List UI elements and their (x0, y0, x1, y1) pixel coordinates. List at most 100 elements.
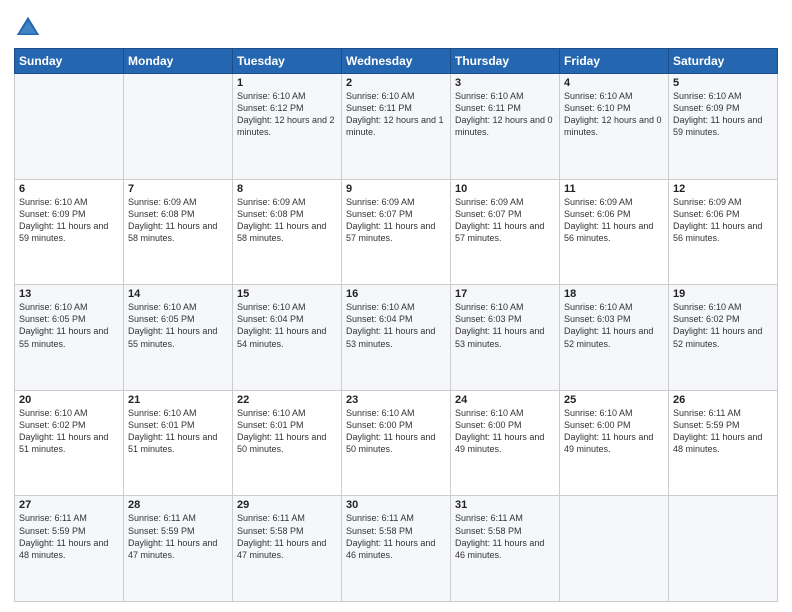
calendar-cell: 31Sunrise: 6:11 AMSunset: 5:58 PMDayligh… (451, 496, 560, 602)
calendar-cell: 28Sunrise: 6:11 AMSunset: 5:59 PMDayligh… (124, 496, 233, 602)
cell-details: Sunrise: 6:11 AMSunset: 5:58 PMDaylight:… (455, 512, 555, 561)
day-number: 31 (455, 499, 555, 511)
week-row-4: 20Sunrise: 6:10 AMSunset: 6:02 PMDayligh… (15, 390, 778, 496)
day-number: 20 (19, 394, 119, 406)
day-number: 19 (673, 288, 773, 300)
day-number: 3 (455, 77, 555, 89)
page: SundayMondayTuesdayWednesdayThursdayFrid… (0, 0, 792, 612)
day-number: 22 (237, 394, 337, 406)
logo-icon (14, 14, 42, 42)
calendar-cell: 6Sunrise: 6:10 AMSunset: 6:09 PMDaylight… (15, 179, 124, 285)
day-number: 8 (237, 183, 337, 195)
cell-details: Sunrise: 6:10 AMSunset: 6:11 PMDaylight:… (455, 90, 555, 139)
cell-details: Sunrise: 6:09 AMSunset: 6:07 PMDaylight:… (346, 196, 446, 245)
header (14, 10, 778, 42)
cell-details: Sunrise: 6:09 AMSunset: 6:06 PMDaylight:… (564, 196, 664, 245)
calendar-cell: 25Sunrise: 6:10 AMSunset: 6:00 PMDayligh… (560, 390, 669, 496)
day-number: 5 (673, 77, 773, 89)
calendar-cell: 19Sunrise: 6:10 AMSunset: 6:02 PMDayligh… (669, 285, 778, 391)
day-number: 25 (564, 394, 664, 406)
cell-details: Sunrise: 6:10 AMSunset: 6:00 PMDaylight:… (346, 407, 446, 456)
calendar-cell: 18Sunrise: 6:10 AMSunset: 6:03 PMDayligh… (560, 285, 669, 391)
cell-details: Sunrise: 6:10 AMSunset: 6:04 PMDaylight:… (237, 301, 337, 350)
calendar-cell (560, 496, 669, 602)
calendar-cell: 29Sunrise: 6:11 AMSunset: 5:58 PMDayligh… (233, 496, 342, 602)
cell-details: Sunrise: 6:10 AMSunset: 6:12 PMDaylight:… (237, 90, 337, 139)
cell-details: Sunrise: 6:11 AMSunset: 5:59 PMDaylight:… (19, 512, 119, 561)
column-header-monday: Monday (124, 49, 233, 74)
logo (14, 14, 46, 42)
cell-details: Sunrise: 6:09 AMSunset: 6:08 PMDaylight:… (237, 196, 337, 245)
day-number: 2 (346, 77, 446, 89)
calendar-cell: 12Sunrise: 6:09 AMSunset: 6:06 PMDayligh… (669, 179, 778, 285)
calendar-cell: 14Sunrise: 6:10 AMSunset: 6:05 PMDayligh… (124, 285, 233, 391)
cell-details: Sunrise: 6:10 AMSunset: 6:05 PMDaylight:… (19, 301, 119, 350)
day-number: 1 (237, 77, 337, 89)
week-row-3: 13Sunrise: 6:10 AMSunset: 6:05 PMDayligh… (15, 285, 778, 391)
day-number: 30 (346, 499, 446, 511)
cell-details: Sunrise: 6:10 AMSunset: 6:00 PMDaylight:… (564, 407, 664, 456)
calendar-cell: 22Sunrise: 6:10 AMSunset: 6:01 PMDayligh… (233, 390, 342, 496)
cell-details: Sunrise: 6:10 AMSunset: 6:09 PMDaylight:… (673, 90, 773, 139)
day-number: 15 (237, 288, 337, 300)
cell-details: Sunrise: 6:10 AMSunset: 6:01 PMDaylight:… (128, 407, 228, 456)
cell-details: Sunrise: 6:10 AMSunset: 6:02 PMDaylight:… (19, 407, 119, 456)
calendar-cell: 7Sunrise: 6:09 AMSunset: 6:08 PMDaylight… (124, 179, 233, 285)
calendar-table: SundayMondayTuesdayWednesdayThursdayFrid… (14, 48, 778, 602)
cell-details: Sunrise: 6:10 AMSunset: 6:09 PMDaylight:… (19, 196, 119, 245)
calendar-cell: 1Sunrise: 6:10 AMSunset: 6:12 PMDaylight… (233, 74, 342, 180)
calendar-cell: 15Sunrise: 6:10 AMSunset: 6:04 PMDayligh… (233, 285, 342, 391)
calendar-cell: 5Sunrise: 6:10 AMSunset: 6:09 PMDaylight… (669, 74, 778, 180)
calendar-cell: 11Sunrise: 6:09 AMSunset: 6:06 PMDayligh… (560, 179, 669, 285)
column-header-thursday: Thursday (451, 49, 560, 74)
day-number: 27 (19, 499, 119, 511)
cell-details: Sunrise: 6:10 AMSunset: 6:01 PMDaylight:… (237, 407, 337, 456)
calendar-cell: 17Sunrise: 6:10 AMSunset: 6:03 PMDayligh… (451, 285, 560, 391)
column-header-tuesday: Tuesday (233, 49, 342, 74)
cell-details: Sunrise: 6:10 AMSunset: 6:11 PMDaylight:… (346, 90, 446, 139)
cell-details: Sunrise: 6:11 AMSunset: 5:58 PMDaylight:… (237, 512, 337, 561)
day-number: 4 (564, 77, 664, 89)
calendar-cell: 27Sunrise: 6:11 AMSunset: 5:59 PMDayligh… (15, 496, 124, 602)
cell-details: Sunrise: 6:11 AMSunset: 5:59 PMDaylight:… (128, 512, 228, 561)
calendar-cell: 20Sunrise: 6:10 AMSunset: 6:02 PMDayligh… (15, 390, 124, 496)
cell-details: Sunrise: 6:09 AMSunset: 6:08 PMDaylight:… (128, 196, 228, 245)
calendar-cell: 10Sunrise: 6:09 AMSunset: 6:07 PMDayligh… (451, 179, 560, 285)
day-number: 11 (564, 183, 664, 195)
day-number: 16 (346, 288, 446, 300)
week-row-2: 6Sunrise: 6:10 AMSunset: 6:09 PMDaylight… (15, 179, 778, 285)
week-row-5: 27Sunrise: 6:11 AMSunset: 5:59 PMDayligh… (15, 496, 778, 602)
day-number: 6 (19, 183, 119, 195)
cell-details: Sunrise: 6:10 AMSunset: 6:10 PMDaylight:… (564, 90, 664, 139)
day-number: 10 (455, 183, 555, 195)
cell-details: Sunrise: 6:10 AMSunset: 6:04 PMDaylight:… (346, 301, 446, 350)
week-row-1: 1Sunrise: 6:10 AMSunset: 6:12 PMDaylight… (15, 74, 778, 180)
cell-details: Sunrise: 6:11 AMSunset: 5:59 PMDaylight:… (673, 407, 773, 456)
column-header-saturday: Saturday (669, 49, 778, 74)
day-number: 14 (128, 288, 228, 300)
calendar-cell: 9Sunrise: 6:09 AMSunset: 6:07 PMDaylight… (342, 179, 451, 285)
day-number: 24 (455, 394, 555, 406)
day-number: 9 (346, 183, 446, 195)
calendar-body: 1Sunrise: 6:10 AMSunset: 6:12 PMDaylight… (15, 74, 778, 602)
day-number: 7 (128, 183, 228, 195)
calendar-cell (669, 496, 778, 602)
day-number: 18 (564, 288, 664, 300)
cell-details: Sunrise: 6:11 AMSunset: 5:58 PMDaylight:… (346, 512, 446, 561)
day-number: 26 (673, 394, 773, 406)
cell-details: Sunrise: 6:10 AMSunset: 6:05 PMDaylight:… (128, 301, 228, 350)
calendar-cell (124, 74, 233, 180)
column-header-sunday: Sunday (15, 49, 124, 74)
cell-details: Sunrise: 6:10 AMSunset: 6:00 PMDaylight:… (455, 407, 555, 456)
calendar-cell: 13Sunrise: 6:10 AMSunset: 6:05 PMDayligh… (15, 285, 124, 391)
day-number: 29 (237, 499, 337, 511)
day-number: 17 (455, 288, 555, 300)
day-number: 21 (128, 394, 228, 406)
cell-details: Sunrise: 6:09 AMSunset: 6:06 PMDaylight:… (673, 196, 773, 245)
calendar-cell: 26Sunrise: 6:11 AMSunset: 5:59 PMDayligh… (669, 390, 778, 496)
column-header-friday: Friday (560, 49, 669, 74)
calendar-cell: 8Sunrise: 6:09 AMSunset: 6:08 PMDaylight… (233, 179, 342, 285)
calendar-cell: 3Sunrise: 6:10 AMSunset: 6:11 PMDaylight… (451, 74, 560, 180)
calendar-cell: 24Sunrise: 6:10 AMSunset: 6:00 PMDayligh… (451, 390, 560, 496)
cell-details: Sunrise: 6:10 AMSunset: 6:02 PMDaylight:… (673, 301, 773, 350)
